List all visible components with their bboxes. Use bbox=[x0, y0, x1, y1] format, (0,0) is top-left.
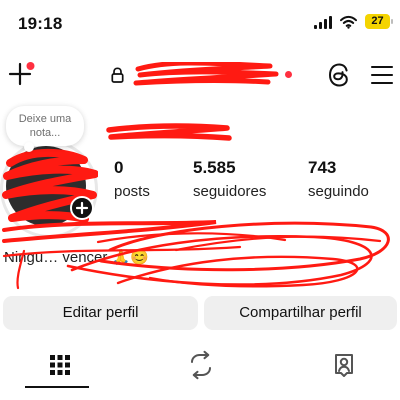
profile-bio-area: Ningu… vencer 🙏😊 bbox=[0, 216, 400, 294]
threads-icon[interactable] bbox=[324, 60, 354, 90]
following-label: seguindo bbox=[308, 183, 369, 200]
posts-count: 0 bbox=[114, 158, 124, 177]
redacted-name-scribble bbox=[106, 123, 232, 141]
profile-bio-text: Ningu… vencer 🙏😊 bbox=[4, 249, 149, 266]
battery-icon: 27 bbox=[365, 14, 393, 29]
selected-tab-indicator bbox=[25, 386, 89, 388]
posts-stat[interactable]: 0 posts bbox=[114, 158, 150, 202]
add-story-icon[interactable] bbox=[70, 196, 94, 220]
instagram-profile-screen: 19:18 27 Deixe uma nota... 0 posts 5.585… bbox=[0, 0, 400, 400]
following-count: 743 bbox=[308, 158, 337, 177]
username-notification-dot bbox=[285, 71, 292, 78]
profile-username-button[interactable] bbox=[110, 62, 292, 88]
edit-profile-button[interactable]: Editar perfil bbox=[3, 296, 198, 330]
wifi-icon bbox=[340, 15, 357, 29]
followers-stat[interactable]: 5.585 seguidores bbox=[193, 158, 266, 202]
following-stat[interactable]: 743 seguindo bbox=[308, 158, 369, 202]
signal-icon bbox=[314, 15, 332, 29]
share-profile-button[interactable]: Compartilhar perfil bbox=[204, 296, 397, 330]
status-time: 19:18 bbox=[18, 14, 63, 33]
tagged-icon[interactable] bbox=[329, 350, 359, 380]
grid-icon[interactable] bbox=[45, 350, 75, 380]
status-bar-icons: 27 bbox=[314, 14, 393, 29]
posts-label: posts bbox=[114, 183, 150, 200]
battery-level: 27 bbox=[371, 15, 384, 27]
plus-icon[interactable] bbox=[8, 60, 36, 88]
followers-label: seguidores bbox=[193, 183, 267, 200]
menu-icon[interactable] bbox=[370, 64, 394, 86]
reels-icon[interactable] bbox=[186, 350, 216, 380]
note-bubble[interactable]: Deixe uma nota... bbox=[6, 106, 84, 152]
followers-count: 5.585 bbox=[193, 158, 236, 177]
redacted-username-scribble bbox=[133, 62, 279, 86]
lock-icon bbox=[111, 67, 124, 83]
